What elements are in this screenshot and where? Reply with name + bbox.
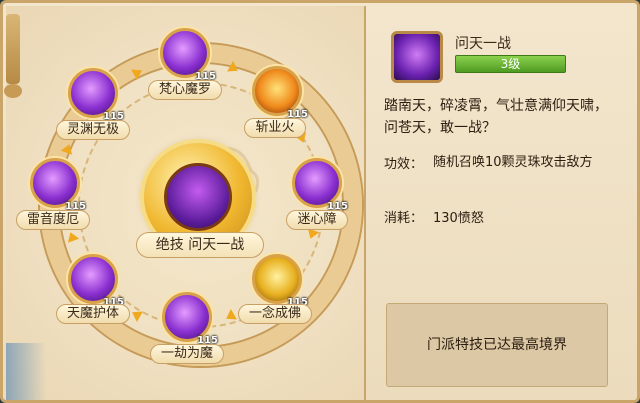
ultimate-skill-icon <box>164 163 232 231</box>
tassel-knot <box>4 84 22 98</box>
skill-name: 一念成佛 <box>238 304 312 324</box>
max-level-status: 门派特技已达最高境界 <box>386 303 608 387</box>
skill-name: 雷音度厄 <box>16 210 90 230</box>
cost-value: 130愤怒 <box>433 211 484 226</box>
skill-tianmo-huti[interactable]: 115 <box>68 254 124 308</box>
skill-name: 迷心障 <box>286 210 348 230</box>
skill-mixinzhang[interactable]: 115 <box>292 158 348 212</box>
skill-name: 一劫为魔 <box>150 344 224 364</box>
skill-wheel-area: 绝技 问天一战 115 梵心魔罗 115 斩业火 115 迷心障 115 一念成… <box>4 6 366 400</box>
skill-name: 天魔护体 <box>56 304 130 324</box>
cost-label: 消耗： <box>384 211 424 226</box>
selected-skill-title: 问天一战 <box>455 36 511 52</box>
skill-yijie-weimo[interactable]: 115 <box>162 292 218 346</box>
skill-name: 斩业火 <box>244 118 306 138</box>
skill-description: 踏南天，碎凌霄，气壮意满仰天啸，问苍天，敢一战？ <box>384 98 608 136</box>
skill-name: 梵心魔罗 <box>148 80 222 100</box>
skill-yinian-chengfo[interactable]: 115 <box>252 254 308 308</box>
corner-glow <box>6 343 46 400</box>
skill-panel: 绝技 问天一战 115 梵心魔罗 115 斩业火 115 迷心障 115 一念成… <box>0 0 640 403</box>
skill-leiyin-due[interactable]: 115 <box>30 158 86 212</box>
tassel-ornament <box>6 14 20 84</box>
skill-lingyuan-wuji[interactable]: 115 <box>68 68 124 122</box>
skill-fanxin-moluo[interactable]: 115 <box>160 28 216 82</box>
selected-skill-icon <box>391 31 443 83</box>
skill-zhanyehuo[interactable]: 115 <box>252 66 308 120</box>
ultimate-skill-label: 绝技 问天一战 <box>136 232 264 258</box>
skill-level-bar: 3级 <box>455 55 566 73</box>
skill-name: 灵渊无极 <box>56 120 130 140</box>
effect-label: 功效： <box>384 157 424 172</box>
effect-value: 随机召唤10颗灵珠攻击敌方 <box>433 155 593 170</box>
